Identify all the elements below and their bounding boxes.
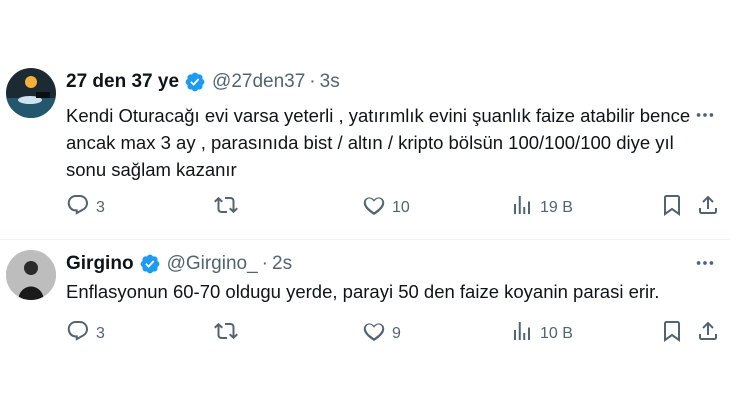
bookmark-button[interactable] [660,193,684,222]
retweet-icon [214,193,238,222]
tweet-text: Enflasyonun 60-70 oldugu yerde, parayi 5… [66,281,660,302]
views-button[interactable]: 19 B [510,193,573,222]
views-count: 10 B [540,324,573,342]
views-icon [510,319,534,348]
tweet-text: Kendi Oturacağı evi varsa yeterli , yatı… [66,105,691,180]
share-button[interactable] [696,193,720,222]
share-icon [696,193,720,222]
like-icon [362,319,386,348]
retweet-button[interactable] [214,193,244,222]
display-name[interactable]: 27 den 37 ye [66,71,179,93]
tweet[interactable]: Girgino @Girgino_ · 2s Enflasyonun 60-70… [0,240,730,370]
like-icon [362,193,386,222]
handle[interactable]: @Girgino_ [167,253,258,275]
retweet-button[interactable] [214,319,244,348]
share-icon [696,319,720,348]
bookmark-icon [660,193,684,222]
action-bar: 3 10 19 B [66,193,722,219]
bookmark-button[interactable] [660,319,684,348]
separator: · [309,71,316,92]
avatar[interactable] [6,68,56,118]
like-count: 9 [392,324,401,342]
views-button[interactable]: 10 B [510,319,573,348]
views-icon [510,193,534,222]
tweet[interactable]: 27 den 37 ye @27den37 · 3s Kendi Oturaca… [0,52,730,238]
timestamp[interactable]: 2s [272,253,292,275]
views-count: 19 B [540,198,573,216]
action-bar: 3 9 10 B [66,319,722,345]
reply-count: 3 [96,198,105,216]
verified-badge-icon [184,71,206,93]
bookmark-icon [660,319,684,348]
reply-icon [66,319,90,348]
share-button[interactable] [696,319,720,348]
reply-button[interactable]: 3 [66,193,105,222]
reply-count: 3 [96,324,105,342]
reply-icon [66,193,90,222]
retweet-icon [214,319,238,348]
timestamp[interactable]: 3s [320,71,340,93]
like-button[interactable]: 9 [362,319,401,348]
display-name[interactable]: Girgino [66,253,134,275]
reply-button[interactable]: 3 [66,319,105,348]
handle[interactable]: @27den37 [212,71,305,93]
like-count: 10 [392,198,410,216]
avatar[interactable] [6,250,56,300]
more-options-icon[interactable] [694,252,716,274]
separator: · [261,253,268,274]
like-button[interactable]: 10 [362,193,410,222]
verified-badge-icon [139,253,161,275]
